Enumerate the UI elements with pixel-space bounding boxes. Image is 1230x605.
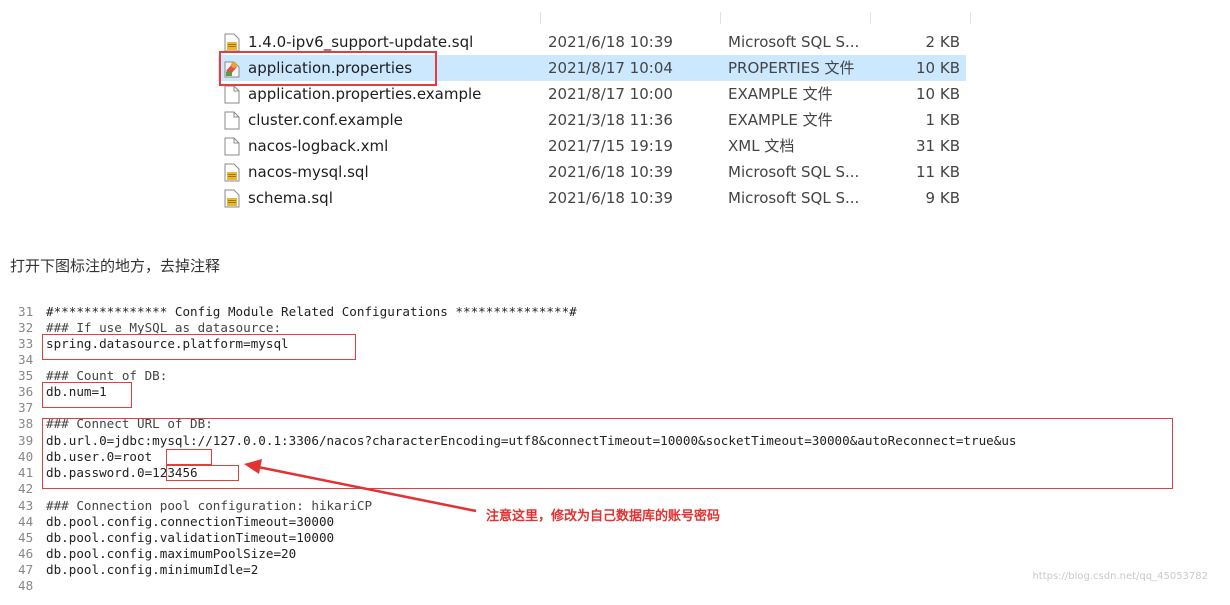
annotation-text: 注意这里，修改为自己数据库的账号密码 bbox=[486, 509, 721, 524]
blank-file-icon bbox=[224, 111, 240, 130]
file-row[interactable]: nacos-logback.xml 2021/7/15 19:19 XML 文档… bbox=[218, 133, 966, 159]
file-type: PROPERTIES 文件 bbox=[728, 59, 855, 77]
file-size: 1 KB bbox=[925, 111, 960, 129]
line-number: 37 bbox=[18, 400, 34, 415]
code-text: ### Connection pool configuration: hikar… bbox=[46, 498, 373, 513]
file-type: EXAMPLE 文件 bbox=[728, 85, 833, 103]
column-separator[interactable] bbox=[720, 12, 721, 24]
code-text: #*************** Config Module Related C… bbox=[46, 304, 577, 319]
line-number: 46 bbox=[18, 546, 34, 561]
file-name: nacos-logback.xml bbox=[248, 137, 389, 155]
highlight-box-platform bbox=[42, 334, 356, 360]
column-separator[interactable] bbox=[970, 12, 971, 24]
sql-file-icon bbox=[224, 163, 240, 182]
highlight-box-password bbox=[166, 465, 239, 481]
highlight-box-user bbox=[166, 449, 212, 465]
highlight-box-db-num bbox=[42, 382, 132, 408]
file-explorer-list: 1.4.0-ipv6_support-update.sql 2021/6/18 … bbox=[0, 0, 1230, 220]
file-name: cluster.conf.example bbox=[248, 111, 403, 129]
sql-file-icon bbox=[224, 33, 240, 52]
line-number: 40 bbox=[18, 449, 34, 464]
column-separator[interactable] bbox=[870, 12, 871, 24]
file-type: Microsoft SQL S... bbox=[728, 163, 860, 181]
file-date: 2021/8/17 10:04 bbox=[548, 59, 673, 77]
file-date: 2021/6/18 10:39 bbox=[548, 163, 673, 181]
file-size: 31 KB bbox=[916, 137, 960, 155]
file-row[interactable]: nacos-mysql.sql 2021/6/18 10:39 Microsof… bbox=[218, 159, 966, 185]
line-number: 31 bbox=[18, 304, 34, 319]
file-size: 11 KB bbox=[916, 163, 960, 181]
line-number: 47 bbox=[18, 562, 34, 577]
file-date: 2021/6/18 10:39 bbox=[548, 189, 673, 207]
file-size: 2 KB bbox=[925, 33, 960, 51]
column-separator[interactable] bbox=[540, 12, 541, 24]
line-number: 44 bbox=[18, 514, 34, 529]
line-number: 43 bbox=[18, 498, 34, 513]
blank-file-icon bbox=[224, 137, 240, 156]
sql-file-icon bbox=[224, 189, 240, 208]
file-date: 2021/7/15 19:19 bbox=[548, 137, 673, 155]
file-type: Microsoft SQL S... bbox=[728, 189, 860, 207]
file-date: 2021/3/18 11:36 bbox=[548, 111, 673, 129]
highlight-box-properties-file bbox=[219, 51, 437, 86]
file-date: 2021/8/17 10:00 bbox=[548, 85, 673, 103]
file-size: 9 KB bbox=[925, 189, 960, 207]
blank-file-icon bbox=[224, 85, 240, 104]
file-date: 2021/6/18 10:39 bbox=[548, 33, 673, 51]
line-number: 38 bbox=[18, 416, 34, 431]
line-number: 41 bbox=[18, 465, 34, 480]
file-name: nacos-mysql.sql bbox=[248, 163, 369, 181]
instruction-text: 打开下图标注的地方，去掉注释 bbox=[10, 257, 221, 275]
line-number: 42 bbox=[18, 481, 34, 496]
file-type: EXAMPLE 文件 bbox=[728, 111, 833, 129]
line-number: 34 bbox=[18, 352, 34, 367]
code-text: db.pool.config.validationTimeout=10000 bbox=[46, 530, 335, 545]
file-size: 10 KB bbox=[916, 59, 960, 77]
file-type: XML 文档 bbox=[728, 137, 795, 155]
code-text: db.pool.config.minimumIdle=2 bbox=[46, 562, 259, 577]
line-number: 39 bbox=[18, 433, 34, 448]
file-type: Microsoft SQL S... bbox=[728, 33, 860, 51]
line-number: 33 bbox=[18, 336, 34, 351]
line-number: 48 bbox=[18, 578, 34, 593]
code-text: db.pool.config.connectionTimeout=30000 bbox=[46, 514, 335, 529]
line-number: 45 bbox=[18, 530, 34, 545]
file-name: schema.sql bbox=[248, 189, 333, 207]
code-text: db.pool.config.maximumPoolSize=20 bbox=[46, 546, 297, 561]
watermark: https://blog.csdn.net/qq_45053782 bbox=[1032, 571, 1208, 582]
file-row[interactable]: schema.sql 2021/6/18 10:39 Microsoft SQL… bbox=[218, 185, 966, 211]
line-number: 32 bbox=[18, 320, 34, 335]
file-size: 10 KB bbox=[916, 85, 960, 103]
file-row[interactable]: cluster.conf.example 2021/3/18 11:36 EXA… bbox=[218, 107, 966, 133]
line-number: 36 bbox=[18, 384, 34, 399]
line-number: 35 bbox=[18, 368, 34, 383]
